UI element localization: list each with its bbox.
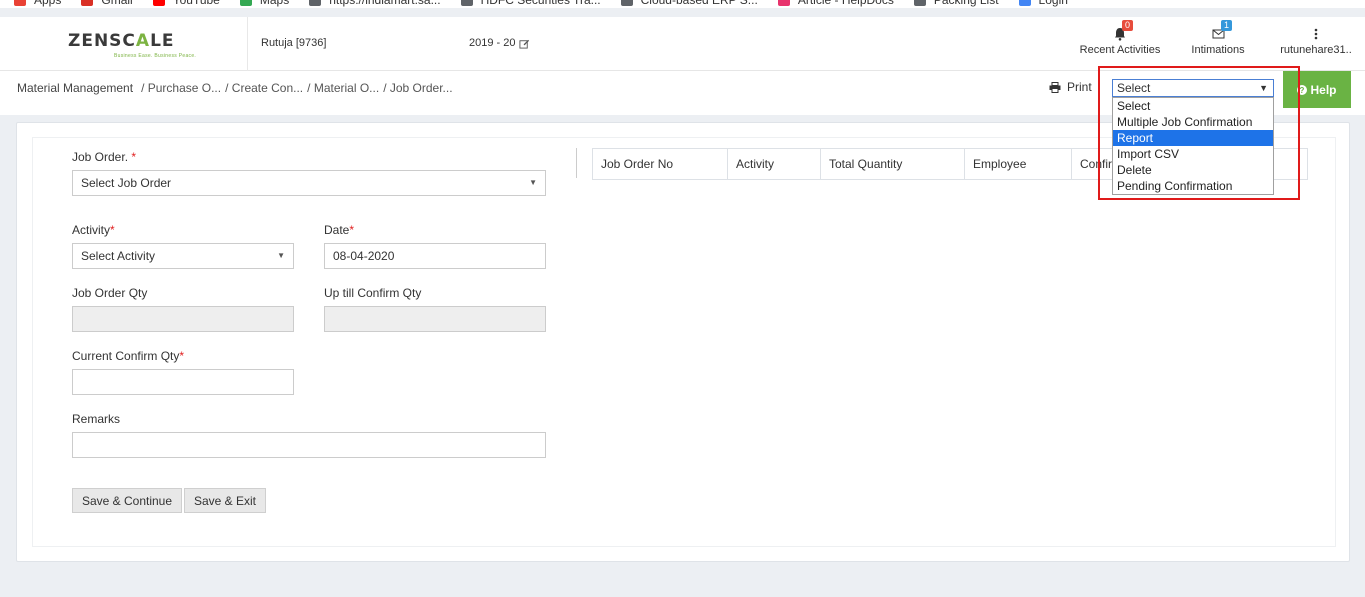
bookmark-icon — [309, 0, 322, 6]
job-order-qty-label: Job Order Qty — [72, 286, 148, 300]
financial-year[interactable]: 2019 - 20 — [469, 37, 530, 49]
bookmark-icon — [460, 0, 473, 6]
activity-placeholder: Select Activity — [81, 249, 156, 263]
bookmark-label: Article - HelpDocs — [798, 0, 894, 7]
breadcrumb-item-job-order: / Job Order... — [383, 81, 453, 95]
bookmark-item[interactable]: HDFC Securities Tra... — [460, 0, 601, 7]
bookmark-item[interactable]: Cloud-based ERP S... — [620, 0, 758, 7]
bookmark-icon — [14, 0, 26, 6]
bookmark-item[interactable]: YouTube — [152, 0, 220, 7]
logo-wordmark: ZENSCALE — [68, 31, 175, 51]
remarks-label: Remarks — [72, 412, 121, 426]
user-menu-button[interactable]: rutunehare31.. — [1267, 17, 1365, 71]
bookmark-icon — [620, 0, 633, 6]
user-menu-label: rutunehare31.. — [1280, 44, 1352, 56]
printer-icon — [1049, 81, 1061, 93]
app-header: ZENSCALE Business Ease. Business Peace. … — [0, 17, 1365, 71]
breadcrumb-item-create-confirmation[interactable]: / Create Con... — [225, 81, 303, 95]
recent-activities-label: Recent Activities — [1079, 44, 1161, 56]
zenscale-logo[interactable]: ZENSCALE Business Ease. Business Peace. — [68, 31, 196, 61]
save-continue-button[interactable]: Save & Continue — [72, 488, 182, 513]
breadcrumb: Material Management / Purchase O... / Cr… — [17, 81, 453, 95]
bookmark-item[interactable]: Packing List — [913, 0, 999, 7]
print-label: Print — [1067, 80, 1092, 94]
bookmark-label: YouTube — [173, 0, 220, 7]
bookmark-label: Apps — [34, 0, 61, 7]
svg-text:?: ? — [1300, 86, 1305, 95]
company-user: Rutuja [9736] — [261, 37, 327, 49]
bookmark-icon — [1018, 0, 1031, 6]
bookmark-label: Cloud-based ERP S... — [641, 0, 758, 7]
column-job-order-no: Job Order No — [593, 149, 728, 179]
bookmark-label: Gmail — [101, 0, 132, 7]
job-order-label: Job Order. * — [72, 150, 137, 164]
remarks-input[interactable] — [72, 432, 546, 458]
bookmark-label: Maps — [260, 0, 289, 7]
bookmark-item[interactable]: https://indiamart.sa... — [309, 0, 441, 7]
logo-tagline: Business Ease. Business Peace. — [114, 53, 197, 59]
job-order-select[interactable]: Select Job Order ▼ — [72, 170, 546, 196]
recent-activities-badge: 0 — [1122, 20, 1134, 31]
top-actions: 0 Recent Activities 1 Intimations rutune… — [1071, 17, 1365, 71]
activity-label: Activity* — [72, 223, 115, 237]
bookmark-icon — [81, 0, 94, 6]
bookmark-label: HDFC Securities Tra... — [481, 0, 601, 7]
highlight-annotation — [1098, 66, 1300, 200]
bookmark-icon — [913, 0, 926, 6]
intimations-button[interactable]: 1 Intimations — [1169, 17, 1267, 71]
column-divider — [576, 148, 577, 178]
chevron-down-icon: ▼ — [277, 251, 285, 260]
activity-select[interactable]: Select Activity ▼ — [72, 243, 294, 269]
year-label: 2019 - 20 — [469, 37, 516, 49]
up-till-confirm-qty-field — [324, 306, 546, 332]
breadcrumb-item-purchase-order[interactable]: / Purchase O... — [141, 81, 221, 95]
intimations-badge: 1 — [1221, 20, 1233, 31]
bookmark-label: https://indiamart.sa... — [329, 0, 440, 7]
bookmark-label: Packing List — [934, 0, 999, 7]
bookmark-item[interactable]: Article - HelpDocs — [777, 0, 894, 7]
bookmark-icon — [777, 0, 790, 6]
column-employee: Employee — [965, 149, 1072, 179]
bookmark-item[interactable]: Maps — [239, 0, 289, 7]
current-confirm-qty-label: Current Confirm Qty* — [72, 349, 185, 363]
column-activity: Activity — [728, 149, 821, 179]
bookmark-item[interactable]: Gmail — [81, 0, 133, 7]
bookmark-item[interactable]: Apps — [14, 0, 61, 7]
recent-activities-button[interactable]: 0 Recent Activities — [1071, 17, 1169, 71]
bookmark-label: Login — [1039, 0, 1068, 7]
current-confirm-qty-input[interactable] — [72, 369, 294, 395]
job-order-placeholder: Select Job Order — [81, 176, 172, 190]
breadcrumb-item-material-order[interactable]: / Material O... — [307, 81, 379, 95]
bookmark-item[interactable]: Login — [1018, 0, 1068, 7]
date-label: Date* — [324, 223, 355, 237]
up-till-confirm-qty-label: Up till Confirm Qty — [324, 286, 422, 300]
chevron-down-icon: ▼ — [529, 178, 537, 187]
breadcrumb-root[interactable]: Material Management — [17, 81, 133, 95]
header-divider — [247, 17, 248, 71]
edit-icon[interactable] — [519, 38, 530, 49]
print-button[interactable]: Print — [1049, 80, 1092, 94]
more-vertical-icon — [1314, 28, 1318, 40]
date-field[interactable]: 08-04-2020 — [324, 243, 546, 269]
bookmarks-bar: Apps Gmail YouTube Maps https://indiamart.sa… — [0, 0, 1365, 8]
help-label: Help — [1310, 82, 1337, 97]
date-value: 08-04-2020 — [333, 249, 395, 263]
intimations-label: Intimations — [1191, 44, 1245, 56]
column-total-quantity: Total Quantity — [821, 149, 965, 179]
bookmark-icon — [239, 0, 252, 6]
save-exit-button[interactable]: Save & Exit — [184, 488, 266, 513]
job-order-qty-field — [72, 306, 294, 332]
bookmark-icon — [152, 0, 165, 6]
